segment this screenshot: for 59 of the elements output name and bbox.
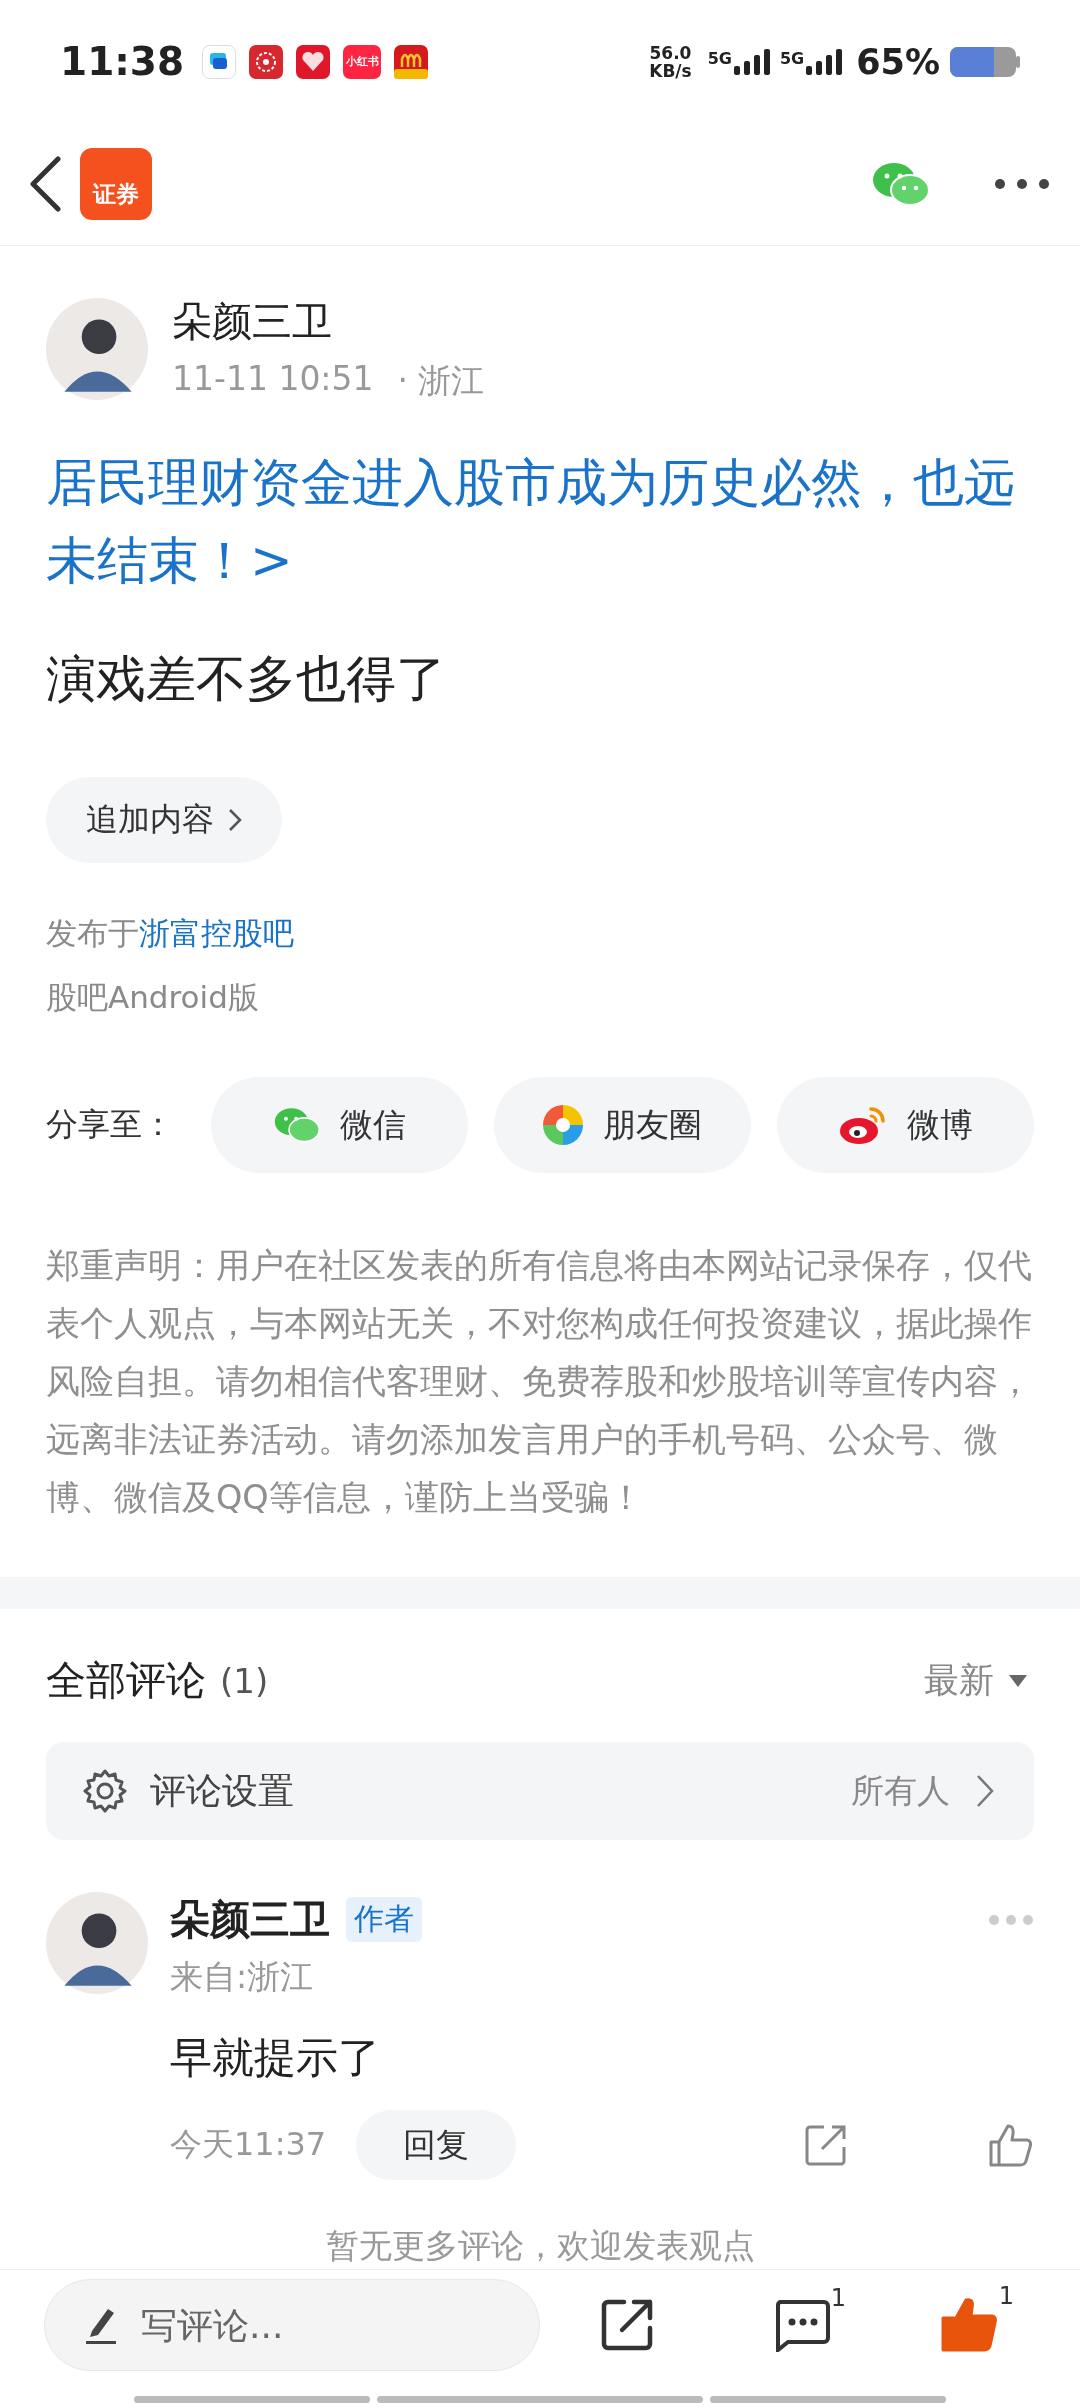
post-time: 11-11 10:51 — [172, 359, 374, 401]
heart-app-icon — [296, 44, 331, 79]
aperture-icon — [543, 1105, 584, 1146]
weibo-icon — [838, 1105, 887, 1146]
comment-input-field[interactable]: 写评论... — [44, 2279, 540, 2372]
network-speed: 56.0 — [649, 43, 692, 62]
settings-value: 所有人 — [851, 1769, 950, 1812]
commenter-name[interactable]: 朵颜三卫 — [170, 1892, 330, 1948]
share-button[interactable]: 微博 — [777, 1077, 1034, 1174]
comment-count: (1) — [220, 1660, 269, 1701]
battery-percentage: 65% — [856, 41, 940, 82]
comments-heading: 全部评论 — [46, 1656, 206, 1706]
back-icon[interactable] — [28, 156, 62, 213]
share-button[interactable]: 微信 — [211, 1077, 469, 1174]
chevron-icon — [228, 808, 242, 833]
chevron-icon — [976, 1774, 994, 1809]
reply-button[interactable]: 回复 — [356, 2110, 517, 2181]
append-content-button[interactable]: 追加内容 — [46, 777, 282, 864]
share-icon[interactable] — [600, 2298, 654, 2353]
post-body: 演戏差不多也得了 — [46, 649, 447, 711]
client-label: 股吧Android版 — [46, 978, 260, 1018]
comment-location: 来自:浙江 — [170, 1956, 315, 1999]
comment-settings-row[interactable]: 评论设置 所有人 — [46, 1742, 1034, 1841]
comment-count: 1 — [830, 2284, 846, 2313]
avatar[interactable] — [46, 1892, 148, 1995]
app-icon: 小红书 — [343, 44, 382, 79]
chat-app-icon — [202, 44, 237, 79]
network-type: 5G — [779, 48, 805, 68]
thumbs-up-icon[interactable] — [940, 2296, 998, 2355]
signal-icon — [806, 48, 843, 75]
like-count: 1 — [998, 2282, 1014, 2311]
flower-app-icon — [249, 44, 284, 79]
disclaimer: 郑重声明：用户在社区发表的所有信息将由本网站记录保存，仅代表个人观点，与本网站无关，不对您构成任何投资建议，据此操作风险自担。请勿相信代客理财、免费荐股和炒股培训等宣传内容，远离非法证券活动。请勿添加发言用户的手机号码、公众号、微博、微信及QQ等信息，谨防上当受骗！ — [46, 1245, 1033, 1520]
signal-icon — [733, 48, 770, 75]
sort-dropdown[interactable]: 最新 — [918, 1656, 1034, 1706]
no-more-comments-note: 暂无更多评论，欢迎发表观点 — [324, 2225, 756, 2268]
wechat-icon — [273, 1106, 320, 1145]
comment-time: 今天11:37 — [170, 2124, 327, 2166]
published-label: 发布于 — [46, 915, 139, 952]
clock: 11:38 — [60, 39, 185, 84]
network-type: 5G — [707, 48, 732, 68]
more-icon[interactable] — [994, 178, 1050, 191]
post-location: · 浙江 — [397, 360, 485, 403]
settings-label: 评论设置 — [150, 1768, 294, 1813]
forum-link[interactable]: 浙富控股吧 — [139, 915, 294, 952]
comment-text: 早就提示了 — [170, 2032, 381, 2085]
share-button[interactable]: 朋友圈 — [494, 1077, 752, 1174]
linked-article-title[interactable]: 居民理财资金进入股市成为历史必然，也远未结束！> — [46, 444, 1034, 601]
battery-icon — [950, 46, 1020, 77]
thumbs-up-icon[interactable] — [988, 2122, 1034, 2169]
settings-icon — [82, 1768, 128, 1815]
comment-icon[interactable] — [774, 2298, 830, 2353]
share-label: 分享至： — [46, 1104, 175, 1146]
author-badge: 作者 — [346, 1897, 422, 1943]
avatar[interactable] — [46, 298, 148, 401]
arches-app-icon — [394, 44, 429, 79]
network-unit: KB/s — [649, 61, 692, 80]
dropdown-arrow-icon — [1008, 1673, 1028, 1688]
author-name[interactable]: 朵颜三卫 — [172, 294, 485, 350]
